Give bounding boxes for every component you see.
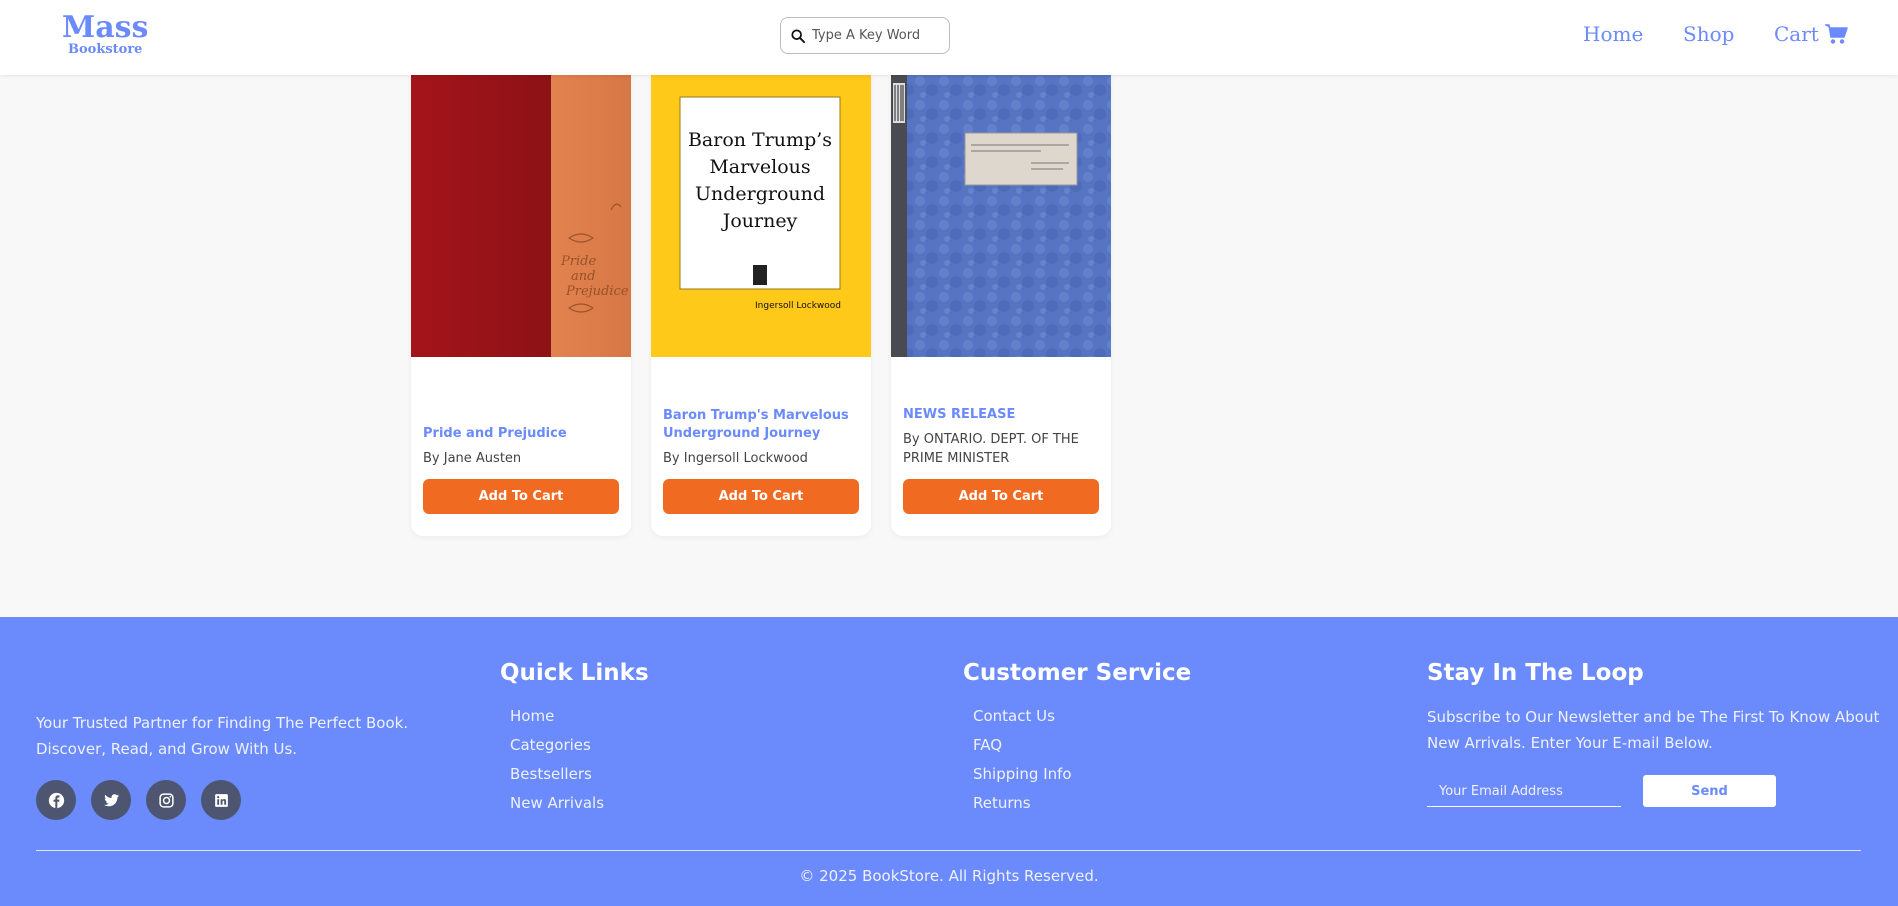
send-button[interactable]: Send	[1643, 775, 1776, 807]
logo-sub: Bookstore	[67, 42, 143, 57]
book-author: By ONTARIO. DEPT. OF THE PRIME MINISTER	[903, 432, 1079, 466]
footer-link-new-arrivals[interactable]: New Arrivals	[510, 789, 604, 818]
footer-link-contact[interactable]: Contact Us	[973, 702, 1072, 731]
instagram-icon	[158, 792, 174, 808]
facebook-icon	[48, 792, 64, 808]
footer-link-bestsellers[interactable]: Bestsellers	[510, 760, 604, 789]
customer-service-title: Customer Service	[963, 660, 1192, 686]
svg-text:and: and	[571, 269, 595, 284]
cover-title: Baron Trump’s Marvelous Underground Jour…	[687, 129, 833, 232]
product-card: Pride and Prejudice Pride and Prejudice …	[411, 75, 631, 536]
footer-link-home[interactable]: Home	[510, 702, 604, 731]
book-cover[interactable]: Baron Trump’s Marvelous Underground Jour…	[651, 75, 871, 357]
card-info: Baron Trump's Marvelous Underground Jour…	[663, 407, 859, 514]
quick-links-title: Quick Links	[500, 660, 649, 686]
footer-link-categories[interactable]: Categories	[510, 731, 604, 760]
search-icon	[791, 28, 805, 43]
book-title[interactable]: Baron Trump's Marvelous Underground Jour…	[663, 407, 859, 443]
book-author: By Jane Austen	[423, 451, 522, 466]
footer-tagline: Your Trusted Partner for Finding The Per…	[36, 714, 409, 758]
social-links	[36, 780, 241, 820]
nav-home[interactable]: Home	[1583, 22, 1643, 46]
twitter-icon	[103, 793, 119, 806]
search-box	[780, 17, 950, 54]
book-cover[interactable]	[891, 75, 1111, 357]
nav-shop-label: Shop	[1683, 22, 1735, 46]
svg-text:Prejudice: Prejudice	[565, 284, 629, 299]
footer-link-shipping[interactable]: Shipping Info	[973, 760, 1072, 789]
footer-link-faq[interactable]: FAQ	[973, 731, 1072, 760]
add-to-cart-button[interactable]: Add To Cart	[423, 479, 619, 514]
customer-service-list: Contact Us FAQ Shipping Info Returns	[973, 702, 1072, 818]
copyright: © 2025 BookStore. All Rights Reserved.	[799, 867, 1099, 885]
logo[interactable]: Mass Bookstore	[62, 10, 149, 58]
footer-link-returns[interactable]: Returns	[973, 789, 1072, 818]
add-to-cart-button[interactable]: Add To Cart	[903, 479, 1099, 514]
newsletter-text: Subscribe to Our Newsletter and be The F…	[1427, 708, 1880, 752]
footer: Your Trusted Partner for Finding The Per…	[0, 617, 1898, 906]
nav-shop[interactable]: Shop	[1683, 22, 1734, 46]
product-card: NEWS RELEASE By ONTARIO. DEPT. OF THE PR…	[891, 75, 1111, 536]
nav-home-label: Home	[1583, 22, 1644, 46]
footer-divider	[36, 850, 1861, 851]
instagram-button[interactable]	[146, 780, 186, 820]
card-info: NEWS RELEASE By ONTARIO. DEPT. OF THE PR…	[903, 406, 1099, 514]
search-input[interactable]	[812, 28, 942, 43]
book-cover[interactable]: Pride and Prejudice	[411, 75, 631, 357]
email-field[interactable]	[1427, 777, 1621, 807]
card-info: Pride and Prejudice By Jane Austen Add T…	[423, 425, 619, 514]
facebook-button[interactable]	[36, 780, 76, 820]
linkedin-button[interactable]	[201, 780, 241, 820]
book-title[interactable]: NEWS RELEASE	[903, 406, 1099, 424]
cart-icon	[1824, 24, 1848, 44]
twitter-button[interactable]	[91, 780, 131, 820]
header: Mass Bookstore Home Shop Cart	[0, 0, 1898, 75]
add-to-cart-button[interactable]: Add To Cart	[663, 479, 859, 514]
quick-links-list: Home Categories Bestsellers New Arrivals	[510, 702, 604, 818]
newsletter-title: Stay In The Loop	[1427, 660, 1644, 686]
nav-cart-label: Cart	[1774, 22, 1819, 46]
cover-author: Ingersoll Lockwood	[755, 301, 841, 311]
nav-cart[interactable]: Cart	[1774, 22, 1848, 46]
book-author: By Ingersoll Lockwood	[663, 451, 808, 466]
svg-text:Pride: Pride	[560, 254, 596, 269]
book-title[interactable]: Pride and Prejudice	[423, 425, 619, 443]
linkedin-icon	[214, 793, 228, 807]
logo-main: Mass	[62, 10, 149, 45]
product-card: Baron Trump’s Marvelous Underground Jour…	[651, 75, 871, 536]
